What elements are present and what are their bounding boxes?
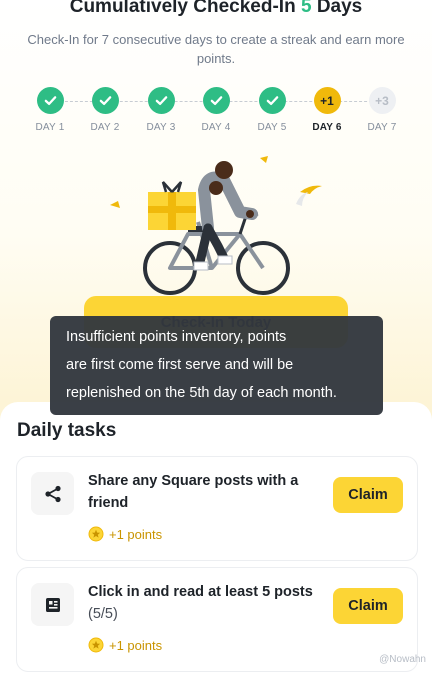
task-card: Click in and read at least 5 posts (5/5)… (16, 567, 418, 672)
tooltip-line: replenished on the 5th day of each month… (66, 385, 337, 401)
day-label: DAY 4 (201, 122, 231, 133)
page-title: Cumulatively Checked-In 5 Days (0, 0, 432, 18)
day-7: +3 DAY 7 (354, 84, 410, 133)
day-6-reward: +1 (313, 87, 341, 114)
day-label: DAY 2 (90, 122, 120, 133)
watermark: @Nowahn (379, 654, 426, 665)
checkmark-icon (36, 87, 64, 114)
day-label: DAY 7 (367, 122, 397, 133)
day-3: DAY 3 (133, 84, 189, 133)
day-1: DAY 1 (22, 84, 78, 133)
checkmark-icon (258, 87, 286, 114)
checkmark-icon (147, 87, 175, 114)
star-coin-icon (88, 526, 104, 542)
claim-button[interactable]: Claim (333, 588, 403, 624)
share-icon (31, 472, 74, 515)
points-label: +1 points (109, 637, 163, 653)
day-label: DAY 6 (312, 122, 342, 133)
task-card: Share any Square posts with a friend +1 … (16, 456, 418, 561)
daily-tasks-panel: Daily tasks Share any Square posts with … (0, 402, 432, 674)
points-label: +1 points (109, 526, 163, 542)
day-4: DAY 4 (188, 84, 244, 133)
day-6: +1 DAY 6 (299, 84, 355, 133)
day-label: DAY 5 (257, 122, 287, 133)
day-label: DAY 1 (35, 122, 65, 133)
streak-count: 5 (300, 0, 312, 17)
article-icon (31, 583, 74, 626)
star-coin-icon (88, 637, 104, 653)
day-7-reward: +3 (368, 87, 396, 114)
tooltip-line: Insufficient points inventory, points (66, 329, 287, 345)
task-points: +1 points (88, 637, 162, 653)
checkmark-icon (202, 87, 230, 114)
task-title: Share any Square posts with a friend (88, 473, 299, 511)
day-label: DAY 3 (146, 122, 176, 133)
day-2: DAY 2 (77, 84, 133, 133)
page-subtitle: Check-In for 7 consecutive days to creat… (27, 32, 405, 66)
cyclist-illustration (110, 156, 322, 295)
claim-button[interactable]: Claim (333, 477, 403, 513)
tooltip-line: are first come first serve and will be (66, 357, 294, 373)
task-points: +1 points (88, 526, 162, 542)
checkmark-icon (91, 87, 119, 114)
day-5: DAY 5 (244, 84, 300, 133)
day-tracker: DAY 1 DAY 2 DAY 3 DAY 4 DAY 5 +1 DAY 6 +… (0, 84, 432, 144)
task-progress: (5/5) (88, 606, 118, 622)
daily-tasks-title: Daily tasks (17, 420, 117, 441)
task-title: Click in and read at least 5 posts (5/5) (88, 584, 313, 622)
points-tooltip: Insufficient points inventory, points ar… (50, 316, 383, 415)
